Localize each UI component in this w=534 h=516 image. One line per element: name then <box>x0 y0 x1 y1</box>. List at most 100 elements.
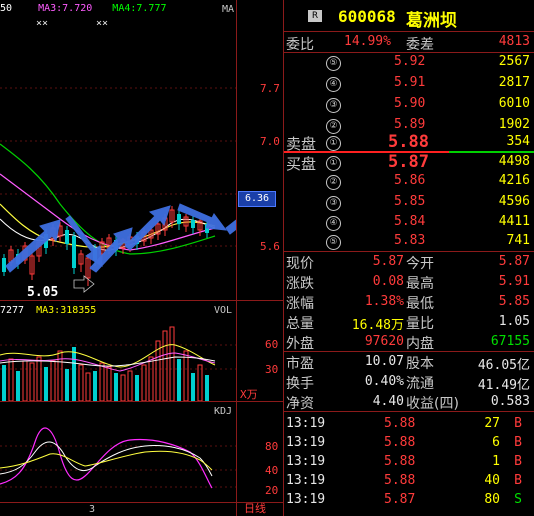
candlestick-chart <box>0 87 236 293</box>
stat-label: 现价 <box>286 256 314 272</box>
bid-price: 5.83 <box>394 233 426 248</box>
level-badge: ④ <box>326 216 341 231</box>
fundamental-value: 0.40% <box>364 374 404 389</box>
fundamental-row: 净资 4.40 收益(四) 0.583 <box>284 392 534 412</box>
tab-daily[interactable]: 日线 <box>244 502 280 516</box>
stat-row: 涨幅 1.38% 最低 5.85 <box>284 292 534 312</box>
ask-volume: 354 <box>506 134 530 149</box>
bid-price: 5.87 <box>388 152 429 172</box>
stat-label: 涨跌 <box>286 276 314 292</box>
weibi-label: 委比 <box>286 37 314 53</box>
stat-label: 今开 <box>406 256 434 272</box>
fundamental-value: 10.07 <box>364 354 404 369</box>
ma-label: 50 <box>0 3 13 14</box>
stat-label: 内盘 <box>406 336 434 352</box>
vol-y-tick: 60 <box>265 338 279 351</box>
current-price-tag: 6.36 <box>238 191 276 207</box>
stat-row: 总量 16.48万 量比 1.05 <box>284 312 534 333</box>
ask-volume: 2567 <box>498 54 530 69</box>
tick-time: 13:19 <box>286 473 326 488</box>
tick-side: S <box>514 492 522 507</box>
chart-area[interactable]: 50 MA3:7.720 MA4:7.777 MA ×× ×× 7.7 7.0 … <box>0 0 284 516</box>
divider <box>0 502 284 503</box>
bid-row-3: ③ 5.85 4596 <box>284 192 534 213</box>
x-axis-tick: 3 <box>89 504 96 515</box>
fundamental-value: 4.40 <box>372 394 404 409</box>
tick-time: 13:19 <box>286 454 326 469</box>
quote-stats: 现价 5.87 今开 5.87 涨跌 0.08 最高 5.91 涨幅 1.38% 最低 5.85 总量 1… <box>284 252 534 352</box>
vol-y-tick: 30 <box>265 363 279 376</box>
stock-code: 600068 <box>338 7 396 26</box>
tick-volume: 6 <box>492 435 500 450</box>
tick-row[interactable]: 13:19 5.87 80 S <box>284 490 534 509</box>
stat-value: 5.91 <box>498 274 530 289</box>
tick-row[interactable]: 13:19 5.88 6 B <box>284 433 534 452</box>
bid-row-2: ② 5.86 4216 <box>284 171 534 192</box>
bid-volume: 741 <box>506 233 530 248</box>
ask-row-1: 卖盘 ① 5.88 354 <box>284 132 534 153</box>
stat-value: 5.87 <box>498 254 530 269</box>
tick-list[interactable]: 13:19 5.88 27 B 13:19 5.88 6 B 13:19 5.88 1 B 13:19 5… <box>284 412 534 512</box>
tick-price: 5.88 <box>384 435 416 450</box>
kdj-y-tick: 20 <box>265 484 279 497</box>
tick-side: B <box>514 473 522 488</box>
ask-price: 5.92 <box>394 54 426 69</box>
stat-label: 最高 <box>406 276 434 292</box>
tick-row[interactable]: 13:19 5.88 27 B <box>284 414 534 433</box>
stock-badge: R <box>308 10 322 22</box>
level-badge: ① <box>326 136 341 151</box>
bid-price: 5.85 <box>394 194 426 209</box>
fundamentals: 市盈 10.07 股本 46.05亿 换手 0.40% 流通 41.49亿 净资 4.40 收益(四… <box>284 352 534 412</box>
tick-price: 5.88 <box>384 416 416 431</box>
y-tick: 5.6 <box>260 240 280 253</box>
ask-row-5: ⑤ 5.92 2567 <box>284 52 534 73</box>
level-badge: ② <box>326 175 341 190</box>
kdj-chart <box>0 427 236 489</box>
quote-header: R 600068 葛洲坝 <box>284 0 534 32</box>
level-badge: ① <box>326 156 341 171</box>
ask-price: 5.88 <box>388 132 429 152</box>
level-badge: ⑤ <box>326 235 341 250</box>
level-badge: ③ <box>326 98 341 113</box>
bid-volume: 4498 <box>498 154 530 169</box>
ask-price: 5.89 <box>394 117 426 132</box>
ask-row-3: ③ 5.90 6010 <box>284 94 534 115</box>
stat-value: 0.08 <box>372 274 404 289</box>
weibi-value: 14.99% <box>344 34 391 49</box>
tick-row[interactable]: 13:19 5.88 40 B <box>284 471 534 490</box>
fundamental-value: 46.05亿 <box>477 358 530 373</box>
fundamental-row: 市盈 10.07 股本 46.05亿 <box>284 352 534 373</box>
stat-label: 涨幅 <box>286 296 314 312</box>
ma4-label: MA4:7.777 <box>112 3 167 14</box>
ma-legend: 50 MA3:7.720 MA4:7.777 <box>0 3 166 14</box>
weicha-label: 委差 <box>406 37 434 53</box>
stat-row: 外盘 97620 内盘 67155 <box>284 332 534 352</box>
tick-volume: 40 <box>484 473 500 488</box>
tick-price: 5.88 <box>384 473 416 488</box>
tick-volume: 1 <box>492 454 500 469</box>
stat-row: 涨跌 0.08 最高 5.91 <box>284 272 534 292</box>
stat-value: 97620 <box>364 334 404 349</box>
fundamental-value: 41.49亿 <box>477 378 530 393</box>
tick-row[interactable]: 13:19 5.88 1 B <box>284 452 534 471</box>
level-badge: ④ <box>326 77 341 92</box>
bid-volume: 4411 <box>498 214 530 229</box>
tick-side: B <box>514 435 522 450</box>
tick-price: 5.88 <box>384 454 416 469</box>
y-tick: 7.0 <box>260 135 280 148</box>
tick-side: B <box>514 454 522 469</box>
stat-row: 现价 5.87 今开 5.87 <box>284 252 534 272</box>
fundamental-label: 换手 <box>286 376 314 392</box>
stat-label: 外盘 <box>286 336 314 352</box>
tick-time: 13:19 <box>286 492 326 507</box>
tick-side: B <box>514 416 522 431</box>
ask-row-4: ④ 5.91 2817 <box>284 73 534 94</box>
stat-value: 5.85 <box>498 294 530 309</box>
bid-row-5: ⑤ 5.83 741 <box>284 231 534 252</box>
stat-label: 总量 <box>286 316 314 332</box>
weicha-value: 4813 <box>498 34 530 49</box>
fundamental-row: 换手 0.40% 流通 41.49亿 <box>284 372 534 393</box>
ask-volume: 2817 <box>498 75 530 90</box>
stat-value: 1.38% <box>364 294 404 309</box>
bid-row-4: ④ 5.84 4411 <box>284 212 534 233</box>
